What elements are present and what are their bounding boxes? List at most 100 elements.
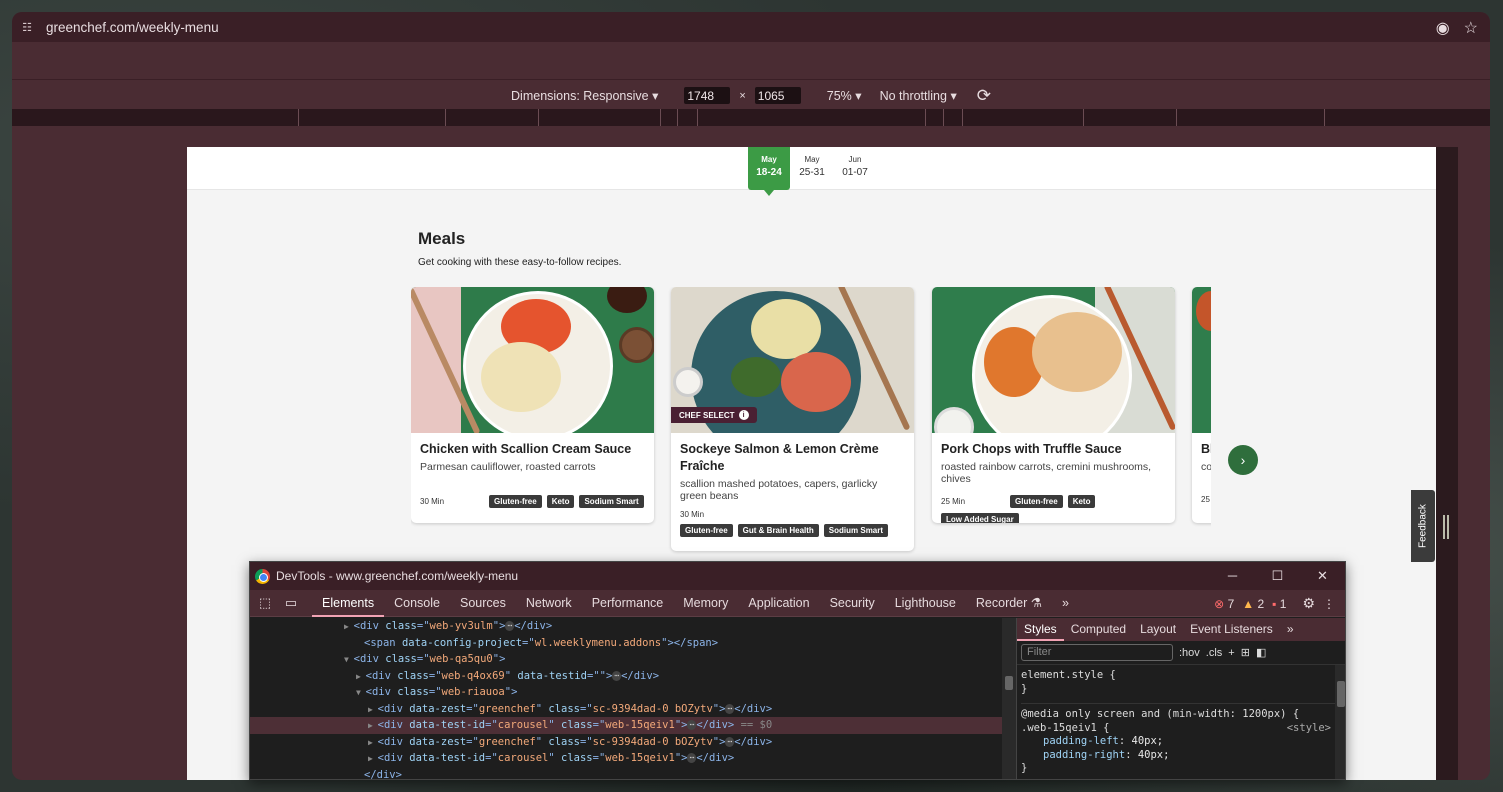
meal-card[interactable]: CHEF SELECT i Sockeye Salmon & Lemon Crè… — [671, 287, 914, 551]
meal-name[interactable]: Sockeye Salmon & Lemon Crème Fraîche — [680, 441, 905, 475]
elements-scrollbar[interactable] — [1002, 618, 1016, 779]
issue-count[interactable]: ▪ 1 — [1272, 597, 1286, 611]
more-options-icon[interactable]: ⋮ — [1323, 597, 1335, 611]
more-style-tabs-icon[interactable]: » — [1280, 618, 1301, 641]
dom-node-line[interactable]: ▼ <div class="web-qa5qu0"> — [250, 651, 1002, 668]
eye-icon[interactable]: ◉ — [1436, 18, 1450, 38]
viewport-resize-handle[interactable] — [1443, 515, 1449, 539]
week-tab-2[interactable]: May 25-31 — [791, 147, 833, 190]
ellipsis-icon[interactable]: ⋯ — [505, 621, 515, 631]
feedback-tab[interactable]: Feedback — [1411, 490, 1435, 562]
carousel-next-button[interactable]: › — [1228, 445, 1258, 475]
rotate-icon[interactable]: ⟳ — [977, 86, 991, 106]
expand-arrow-icon[interactable]: ▼ — [356, 688, 366, 697]
dom-attr-value: carousel — [497, 752, 549, 764]
meal-card[interactable]: Bl co 25 — [1192, 287, 1211, 523]
tab-sources[interactable]: Sources — [450, 590, 516, 617]
tab-computed[interactable]: Computed — [1064, 618, 1133, 641]
ellipsis-icon[interactable]: ⋯ — [725, 736, 735, 747]
scroll-thumb[interactable] — [1005, 676, 1013, 690]
dimensions-dropdown[interactable]: Dimensions: Responsive ▾ — [511, 88, 658, 103]
diet-tag: Keto — [1067, 495, 1096, 508]
tab-elements[interactable]: Elements — [312, 590, 385, 617]
expand-arrow-icon[interactable]: ▶ — [368, 721, 378, 730]
inspect-element-icon[interactable]: ⬚ — [254, 595, 276, 611]
rule-selector[interactable]: .web-15qeiv1 { — [1021, 722, 1110, 734]
meal-name[interactable]: Chicken with Scallion Cream Sauce — [420, 441, 645, 458]
meal-name[interactable]: Pork Chops with Truffle Sauce — [941, 441, 1166, 458]
width-input[interactable]: 1748 — [684, 87, 731, 104]
media-query-ruler[interactable] — [12, 109, 1490, 126]
star-icon[interactable]: ☆ — [1464, 18, 1478, 38]
week-tab-1[interactable]: May 18-24 — [748, 147, 790, 196]
hov-toggle[interactable]: :hov — [1179, 647, 1200, 659]
style-source-link[interactable]: <style> — [1287, 722, 1331, 736]
ellipsis-icon[interactable]: ⋯ — [687, 720, 697, 730]
warning-count[interactable]: ▲ 2 — [1242, 597, 1264, 611]
site-settings-icon[interactable]: ☷ — [20, 20, 34, 34]
paint-brush-icon[interactable]: ⊞ — [1241, 646, 1250, 659]
css-declaration[interactable]: padding-left: 40px; — [1021, 735, 1345, 749]
tab-performance[interactable]: Performance — [582, 590, 674, 617]
info-icon[interactable]: i — [738, 410, 749, 420]
dom-attr-eq: =" — [416, 620, 430, 632]
dom-node-line[interactable]: ▶ <div data-test-id="carousel" class="we… — [250, 750, 1002, 767]
zoom-dropdown[interactable]: 75% ▾ — [827, 88, 862, 103]
ellipsis-icon[interactable]: ⋯ — [612, 670, 622, 681]
meal-carousel: Chicken with Scallion Cream Sauce Parmes… — [411, 287, 1211, 587]
expand-arrow-icon[interactable]: ▶ — [368, 705, 378, 714]
dom-node-line[interactable]: </div> — [250, 767, 1002, 780]
dom-node-line[interactable]: ▼ <div class="web-riauoa"> — [250, 684, 1002, 701]
throttling-dropdown[interactable]: No throttling ▾ — [880, 88, 957, 103]
error-count[interactable]: ⊗ 7 — [1214, 597, 1234, 611]
styles-scrollbar[interactable] — [1335, 665, 1345, 779]
cls-toggle[interactable]: .cls — [1206, 647, 1223, 659]
tab-network[interactable]: Network — [516, 590, 582, 617]
minimize-icon[interactable]: ─ — [1210, 562, 1255, 590]
css-declaration[interactable]: padding-right: 40px; — [1021, 749, 1345, 763]
dom-node-line[interactable]: ▶ <div class="web-yv3ulm"> ⋯ </div> — [250, 618, 1002, 635]
device-toggle-icon[interactable]: ▭ — [280, 595, 302, 611]
url-text[interactable]: greenchef.com/weekly-menu — [46, 20, 219, 35]
meal-name[interactable]: Bl — [1201, 441, 1211, 458]
expand-arrow-icon[interactable]: ▶ — [344, 622, 354, 631]
dom-node-line[interactable]: ▶ <div class="web-q4ox69" data-testid=""… — [250, 668, 1002, 685]
tab-memory[interactable]: Memory — [673, 590, 738, 617]
dom-node-line[interactable]: ▶ <div data-test-id="carousel" class="we… — [250, 717, 1002, 734]
height-input[interactable]: 1065 — [754, 87, 801, 104]
dom-node-line[interactable]: ▶ <div data-zest="greenchef" class="sc-9… — [250, 734, 1002, 751]
tab-lighthouse[interactable]: Lighthouse — [885, 590, 966, 617]
tab-styles[interactable]: Styles — [1017, 618, 1064, 641]
meal-card[interactable]: Pork Chops with Truffle Sauce roasted ra… — [932, 287, 1175, 523]
dom-node-line[interactable]: <span data-config-project="wl.weeklymenu… — [250, 635, 1002, 652]
expand-arrow-icon[interactable]: ▼ — [344, 655, 354, 664]
element-style-selector[interactable]: element.style { — [1021, 669, 1345, 683]
ellipsis-icon[interactable]: ⋯ — [725, 703, 735, 714]
add-rule-icon[interactable]: + — [1228, 647, 1234, 659]
ellipsis-icon[interactable]: ⋯ — [687, 753, 697, 763]
tab-application[interactable]: Application — [738, 590, 819, 617]
week-tab-3[interactable]: Jun 01-07 — [834, 147, 876, 190]
scroll-thumb[interactable] — [1337, 681, 1345, 707]
ruler-tick — [298, 109, 299, 126]
expand-arrow-icon[interactable]: ▶ — [368, 754, 378, 763]
address-bar[interactable]: ☷ greenchef.com/weekly-menu ◉ ☆ — [12, 12, 1490, 42]
more-tabs-icon[interactable]: » — [1052, 590, 1079, 617]
settings-gear-icon[interactable]: ⚙ — [1302, 595, 1315, 612]
expand-arrow-icon[interactable]: ▶ — [356, 672, 366, 681]
dom-closing-tag: </div> — [696, 752, 735, 764]
tab-event-listeners[interactable]: Event Listeners — [1183, 618, 1280, 641]
dom-attr-quote: " — [548, 752, 555, 764]
close-icon[interactable]: ✕ — [1300, 562, 1345, 590]
meal-card[interactable]: Chicken with Scallion Cream Sauce Parmes… — [411, 287, 654, 523]
tab-recorder[interactable]: Recorder ⚗ — [966, 590, 1052, 617]
toggle-sidebar-icon[interactable]: ◧ — [1256, 646, 1266, 659]
tab-layout[interactable]: Layout — [1133, 618, 1183, 641]
maximize-icon[interactable]: ☐ — [1255, 562, 1300, 590]
dom-node-line[interactable]: ▶ <div data-zest="greenchef" class="sc-9… — [250, 701, 1002, 718]
tab-security[interactable]: Security — [820, 590, 885, 617]
expand-arrow-icon[interactable]: ▶ — [368, 738, 378, 747]
elements-dom-tree[interactable]: ▶ <div class="web-yv3ulm"> ⋯ </div> <span d… — [250, 618, 1002, 780]
styles-filter-input[interactable]: Filter — [1021, 644, 1173, 661]
tab-console[interactable]: Console — [384, 590, 450, 617]
